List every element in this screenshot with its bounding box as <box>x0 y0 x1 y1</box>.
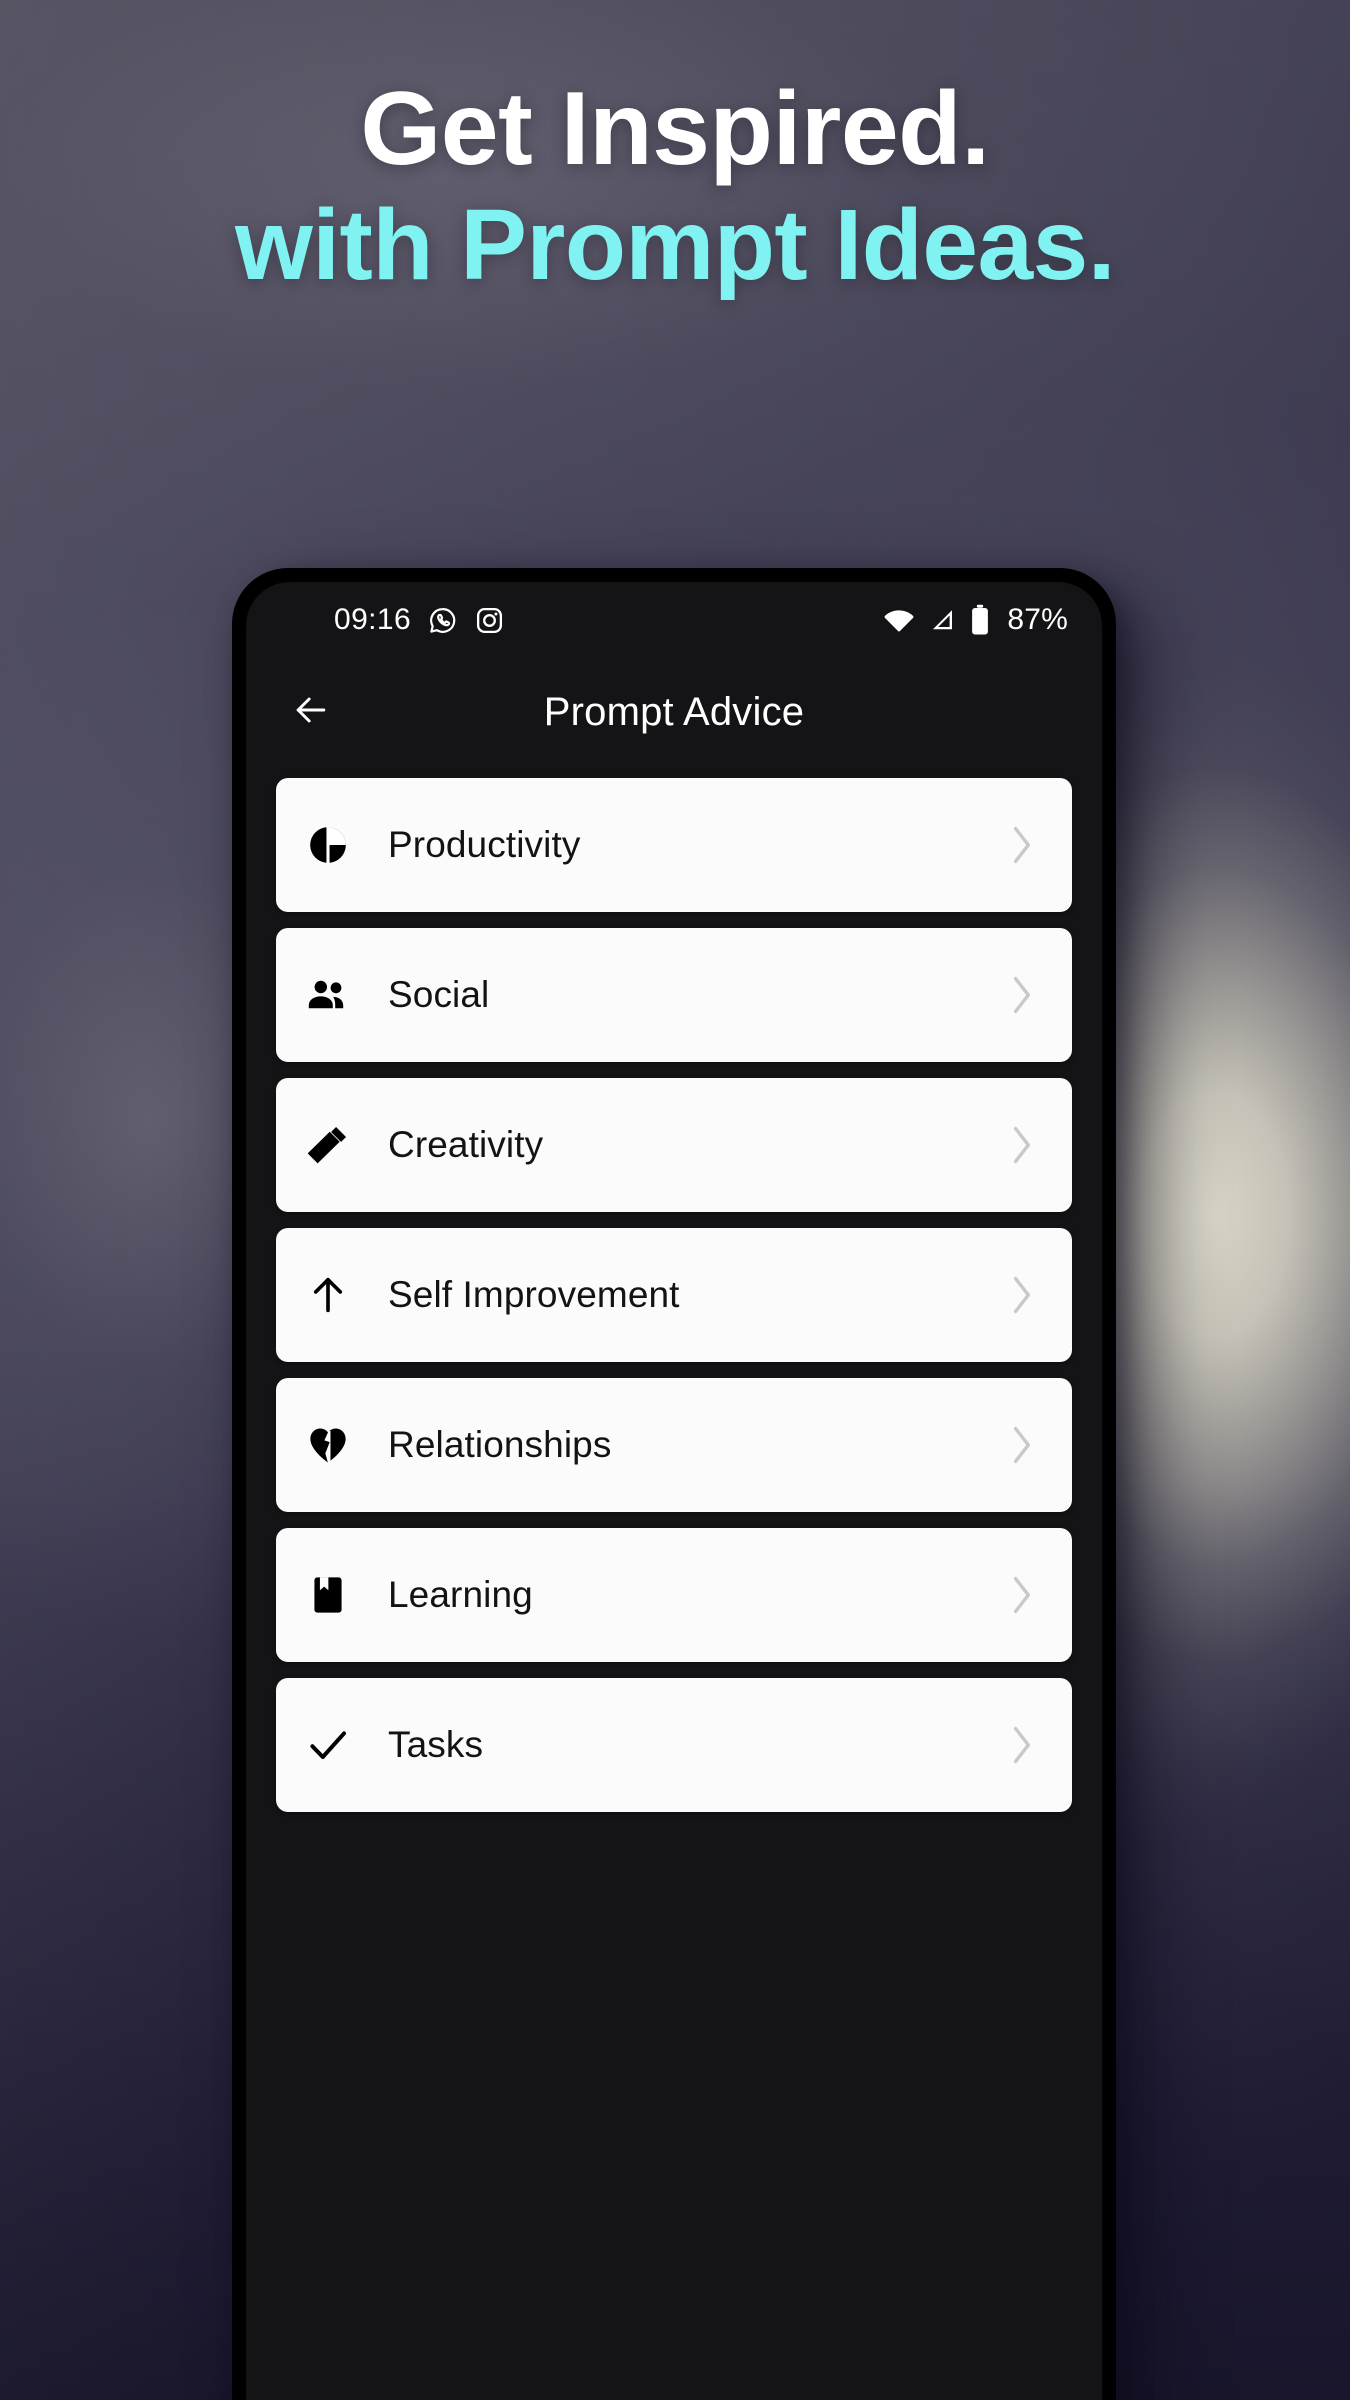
category-item-relationships[interactable]: Relationships <box>276 1378 1072 1512</box>
headline-line-primary: Get Inspired. <box>360 71 990 187</box>
bookmark-icon <box>302 1569 354 1621</box>
phone-mockup: 09:16 87% Prompt Advice Productivity Soc… <box>232 568 1116 2400</box>
whatsapp-icon <box>427 605 458 636</box>
pie-chart-icon <box>302 819 354 871</box>
chevron-right-icon[interactable] <box>1002 1571 1042 1619</box>
wifi-icon <box>882 603 916 637</box>
category-item-creativity[interactable]: Creativity <box>276 1078 1072 1212</box>
status-bar-right: 87% <box>882 603 1068 637</box>
category-label: Social <box>388 974 490 1015</box>
headline-line-secondary: with Prompt Ideas. <box>234 189 1116 302</box>
back-button[interactable] <box>280 681 342 743</box>
category-label: Self Improvement <box>388 1274 680 1315</box>
category-label: Creativity <box>388 1124 544 1165</box>
chevron-right-icon[interactable] <box>1002 1721 1042 1769</box>
chevron-right-icon[interactable] <box>1002 821 1042 869</box>
category-label: Learning <box>388 1574 533 1615</box>
app-bar: Prompt Advice <box>246 658 1102 766</box>
battery-percent-label: 87% <box>1007 603 1068 636</box>
promo-headline: Get Inspired. with Prompt Ideas. <box>0 76 1350 296</box>
list-empty-space <box>276 1828 1072 2400</box>
status-bar-left: 09:16 <box>334 603 505 637</box>
chevron-right-icon[interactable] <box>1002 1421 1042 1469</box>
instagram-icon <box>474 605 505 636</box>
category-item-learning[interactable]: Learning <box>276 1528 1072 1662</box>
broken-heart-icon <box>302 1419 354 1471</box>
cellular-signal-icon <box>927 605 957 635</box>
page-title: Prompt Advice <box>543 689 805 734</box>
chevron-right-icon[interactable] <box>1002 971 1042 1019</box>
check-icon <box>302 1719 354 1771</box>
category-item-self-improvement[interactable]: Self Improvement <box>276 1228 1072 1362</box>
chevron-right-icon[interactable] <box>1002 1271 1042 1319</box>
promo-screenshot: Get Inspired. with Prompt Ideas. 09:16 8… <box>0 0 1350 2400</box>
pencil-icon <box>302 1119 354 1171</box>
category-item-social[interactable]: Social <box>276 928 1072 1062</box>
people-icon <box>302 969 354 1021</box>
category-label: Relationships <box>388 1424 612 1465</box>
category-label: Productivity <box>388 824 581 865</box>
status-bar-clock: 09:16 <box>334 603 412 636</box>
category-item-productivity[interactable]: Productivity <box>276 778 1072 912</box>
arrow-up-icon <box>302 1269 354 1321</box>
category-label: Tasks <box>388 1724 484 1765</box>
status-bar: 09:16 87% <box>246 582 1102 658</box>
battery-icon <box>968 604 992 636</box>
back-arrow-icon <box>289 688 333 737</box>
category-item-tasks[interactable]: Tasks <box>276 1678 1072 1812</box>
phone-screen: 09:16 87% Prompt Advice Productivity Soc… <box>246 582 1102 2400</box>
category-list: Productivity Social Creativity Self Impr… <box>246 766 1102 2400</box>
chevron-right-icon[interactable] <box>1002 1121 1042 1169</box>
